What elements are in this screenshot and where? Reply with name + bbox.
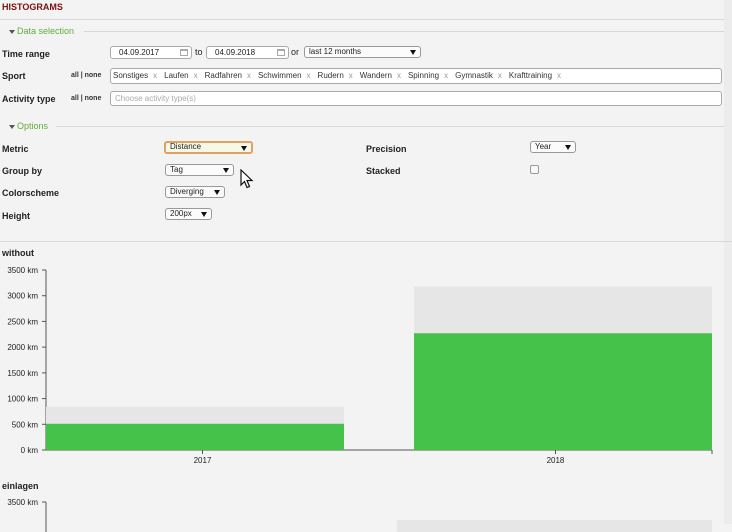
sport-tag-label: Schwimmen <box>257 71 302 80</box>
bar <box>414 333 712 450</box>
sport-label: Sport <box>2 71 26 81</box>
sport-tag-label: Wandern <box>359 71 392 80</box>
time-range-preset-value: last 12 months <box>309 47 362 56</box>
page-title: HISTOGRAMS <box>2 2 63 12</box>
divider <box>56 126 724 127</box>
group-by-value: Tag <box>170 165 183 174</box>
calendar-icon[interactable] <box>180 49 188 56</box>
colorscheme-value: Diverging <box>170 187 204 196</box>
height-value: 200px <box>170 209 192 218</box>
date-to-input[interactable]: 04.09.2018 <box>206 46 289 59</box>
histogram-chart-without: 0 km 500 km 1000 km 1500 km 2000 km 2500 km 30… <box>7 266 713 465</box>
sport-tag: Spinning x <box>408 69 448 83</box>
sport-tag: Wandern x <box>360 69 401 83</box>
y-tick-label: 0 km <box>21 446 39 455</box>
sport-tag: Radfahren x <box>205 69 251 83</box>
sport-tag-label: Sonstiges <box>113 71 149 80</box>
or-label: or <box>291 47 300 57</box>
height-select[interactable]: 200px <box>165 208 212 220</box>
remove-tag-icon[interactable]: x <box>444 71 448 80</box>
precision-select[interactable]: Year <box>530 141 576 153</box>
remove-tag-icon[interactable]: x <box>247 71 251 80</box>
mouse-pointer-icon <box>240 169 254 189</box>
data-selection-toggle[interactable]: Data selection <box>9 26 74 36</box>
remove-tag-icon[interactable]: x <box>194 71 198 80</box>
x-tick-label: 2017 <box>194 456 212 465</box>
chevron-down-icon <box>565 145 571 150</box>
y-tick-label: 1500 km <box>7 369 38 378</box>
options-legend: Options <box>17 121 49 131</box>
chevron-down-icon <box>214 190 220 195</box>
x-tick-label: 2018 <box>547 456 565 465</box>
metric-label: Metric <box>2 144 29 154</box>
chevron-down-icon <box>223 168 229 173</box>
remove-tag-icon[interactable]: x <box>557 71 561 80</box>
sport-tag: Rudern x <box>318 69 353 83</box>
y-tick-label: 3000 km <box>7 292 38 301</box>
remove-tag-icon[interactable]: x <box>153 71 157 80</box>
calendar-icon[interactable] <box>277 49 285 56</box>
stacked-checkbox[interactable] <box>530 165 539 174</box>
activity-type-input[interactable]: Choose activity type(s) <box>110 91 722 106</box>
sport-tag: Laufen x <box>164 69 197 83</box>
to-label: to <box>195 47 203 57</box>
chevron-down-icon <box>241 146 247 151</box>
sport-tag-label: Laufen <box>164 71 189 80</box>
date-from-value: 04.09.2017 <box>119 48 160 57</box>
activity-type-label: Activity type <box>2 94 56 104</box>
stacked-label: Stacked <box>366 166 401 176</box>
colorscheme-select[interactable]: Diverging <box>165 186 225 198</box>
sport-tag: Sonstiges x <box>113 69 157 83</box>
sport-tag-label: Spinning <box>407 71 440 80</box>
data-selection-legend: Data selection <box>17 26 75 36</box>
chevron-down-icon <box>201 212 207 217</box>
activity-type-placeholder: Choose activity type(s) <box>115 94 196 103</box>
background-bar <box>397 520 712 532</box>
y-tick-label: 3500 km <box>7 498 38 507</box>
divider <box>0 19 724 20</box>
remove-tag-icon[interactable]: x <box>349 71 353 80</box>
sport-tag: Schwimmen x <box>258 69 311 83</box>
time-range-preset-select[interactable]: last 12 months <box>304 46 421 58</box>
title-bar: HISTOGRAMS <box>0 0 732 14</box>
sport-tag-label: Gymnastik <box>455 71 493 80</box>
sport-tag-label: Rudern <box>317 71 344 80</box>
sport-tag-label: Krafttraining <box>508 71 553 80</box>
sport-tag: Gymnastik x <box>455 69 502 83</box>
precision-value: Year <box>535 142 552 151</box>
histogram-chart-einlagen: 3500 km <box>7 498 712 532</box>
y-tick-label: 3500 km <box>7 266 38 275</box>
metric-value: Distance <box>170 142 202 151</box>
activity-type-all-none-link[interactable]: all | none <box>71 95 101 102</box>
date-to-value: 04.09.2018 <box>215 48 256 57</box>
colorscheme-label: Colorscheme <box>2 188 60 198</box>
time-range-label: Time range <box>2 49 50 59</box>
divider <box>84 31 724 32</box>
group-by-label: Group by <box>2 166 42 176</box>
remove-tag-icon[interactable]: x <box>397 71 401 80</box>
height-label: Height <box>2 211 30 221</box>
y-tick-label: 2000 km <box>7 343 38 352</box>
divider <box>0 241 732 242</box>
sport-all-none-link[interactable]: all | none <box>71 72 101 79</box>
precision-label: Precision <box>366 144 407 154</box>
options-toggle[interactable]: Options <box>9 121 48 131</box>
chart-title-einlagen: einlagen <box>2 481 39 491</box>
collapse-triangle-icon <box>9 29 15 34</box>
y-tick-label: 2500 km <box>7 317 38 326</box>
group-by-select[interactable]: Tag <box>165 164 234 176</box>
remove-tag-icon[interactable]: x <box>307 71 311 80</box>
collapse-triangle-icon <box>9 124 15 129</box>
remove-tag-icon[interactable]: x <box>498 71 502 80</box>
sport-tag-input[interactable]: Sonstiges x Laufen x Radfahren x Schwimmen x Rud… <box>110 68 722 84</box>
y-tick-label: 1000 km <box>7 395 38 404</box>
metric-select[interactable]: Distance <box>164 141 253 154</box>
y-tick-label: 500 km <box>12 420 39 429</box>
sport-tag: Krafttraining x <box>509 69 561 83</box>
chart-title-without: without <box>2 248 34 258</box>
sport-tag-label: Radfahren <box>204 71 242 80</box>
bar <box>46 423 344 450</box>
date-from-input[interactable]: 04.09.2017 <box>110 46 192 59</box>
chevron-down-icon <box>410 50 416 55</box>
